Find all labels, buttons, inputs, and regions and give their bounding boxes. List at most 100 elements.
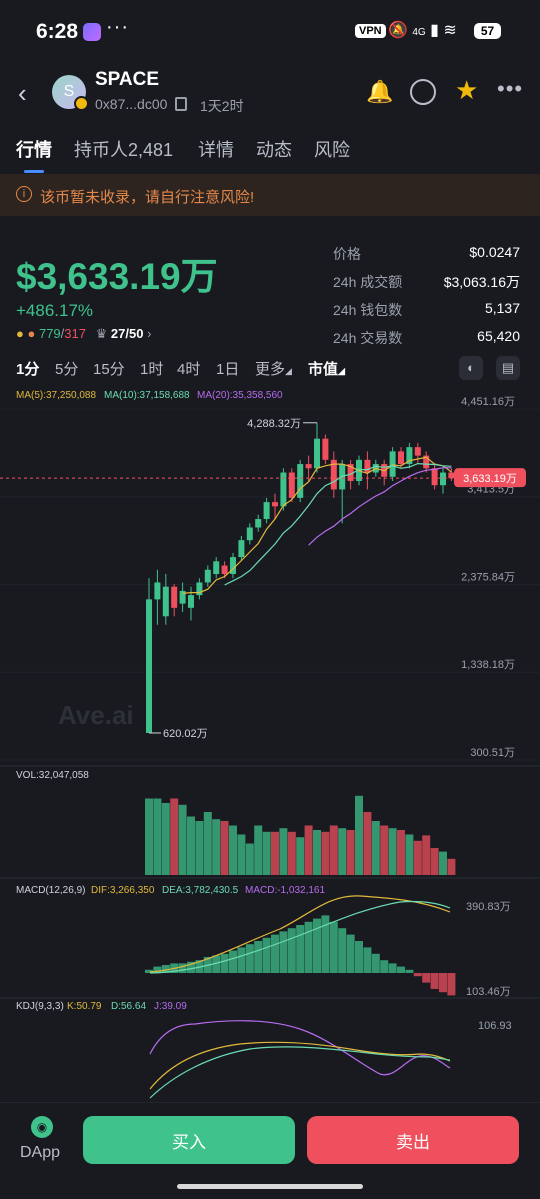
holders-ratio: 27/50 (110, 326, 144, 341)
copy-icon[interactable] (175, 97, 187, 111)
dapp-icon[interactable]: ◉ (31, 1116, 53, 1138)
tab-risk[interactable]: 风险 (314, 136, 350, 162)
macd-bar (296, 925, 305, 973)
tab-holders[interactable]: 持币人2,481 (74, 136, 173, 162)
volume-bar (405, 834, 414, 875)
kdj-tick: 106.93 (478, 1020, 512, 1032)
current-price-label: 3,633.19万 (463, 473, 517, 485)
macd-bar (388, 963, 397, 973)
tab-details[interactable]: 详情 (198, 136, 234, 162)
volume-bar (388, 828, 397, 875)
stat-value: 5,137 (484, 300, 520, 316)
volume-bar (187, 816, 195, 875)
volume-bar (254, 825, 263, 875)
candle-body (263, 502, 270, 520)
stat-label: 24h 交易数 (333, 330, 403, 346)
stat-value: 65,420 (477, 328, 520, 344)
sell-count: 317 (64, 326, 86, 341)
ma5-label: MA(5):37,250,088 (16, 390, 96, 401)
macd-bar (279, 931, 288, 973)
candles (146, 422, 455, 733)
volume-bar (203, 812, 212, 875)
metric-market-cap[interactable]: 市值◢ (308, 358, 345, 379)
volume-bar (355, 795, 363, 875)
candle-body (246, 527, 253, 541)
stat-row-price: 价格 $0.0247 (333, 244, 520, 264)
macd-bar (271, 934, 279, 973)
candle-body (448, 472, 455, 479)
candle-body (389, 451, 396, 477)
ma20-line (308, 467, 452, 546)
star-icon[interactable]: ★ (455, 75, 478, 106)
back-button[interactable]: ‹ (18, 78, 27, 109)
interval-5m[interactable]: 5分 (55, 358, 78, 379)
avatar-letter: S (63, 83, 75, 100)
more-label: 更多 (255, 361, 286, 378)
candle-body (431, 468, 438, 486)
moneybag-icon: ● (27, 326, 36, 341)
token-address: 0x87...dc00 (95, 96, 168, 112)
macd-bar (262, 937, 271, 973)
candle-body (162, 586, 169, 617)
macd-bar (338, 928, 347, 973)
volume-bar (153, 798, 162, 875)
chart-settings-icon[interactable]: ▤ (496, 356, 520, 380)
more-icon[interactable]: ••• (497, 76, 523, 102)
volume-bar (178, 804, 187, 875)
indicator-icon[interactable]: ◐ (459, 356, 483, 380)
sell-button[interactable]: 卖出 (307, 1116, 519, 1164)
macd-macd: MACD:-1,032,161 (245, 885, 325, 896)
candle-body (196, 582, 203, 596)
macd-bottom-tick: 103.46万 (466, 986, 511, 998)
volume-bar (220, 821, 229, 875)
speedometer-icon[interactable] (410, 79, 436, 105)
dapp-button[interactable]: DApp (20, 1144, 60, 1162)
macd-bar (430, 973, 439, 989)
interval-1d[interactable]: 1日 (216, 358, 239, 379)
candle-body (146, 599, 152, 733)
dropdown-icon: ◢ (285, 366, 292, 376)
candle-body (364, 459, 371, 473)
candle-body (314, 438, 320, 469)
macd-bar (237, 947, 246, 973)
y-axis: 4,451.16万3,413.5万2,375.84万1,338.18万300.5… (461, 396, 515, 759)
interval-1m[interactable]: 1分 (16, 358, 39, 379)
interval-more[interactable]: 更多◢ (255, 358, 292, 379)
candle-body (204, 569, 211, 583)
stat-label: 价格 (333, 246, 361, 262)
interval-1h[interactable]: 1时 (140, 358, 163, 379)
volume-bar (279, 828, 288, 875)
bell-icon[interactable]: 🔔 (366, 79, 393, 105)
macd-bar (245, 944, 254, 973)
status-time: 6:28 (36, 20, 79, 43)
ma20-label: MA(20):35,358,560 (197, 390, 283, 401)
interval-4h[interactable]: 4时 (177, 358, 200, 379)
info-icon: i (16, 186, 32, 202)
ma10-label: MA(10):37,158,688 (104, 390, 190, 401)
kdj-legend: KDJ(9,3,3) K:50.79 D:56.64 J:39.09 (16, 1001, 187, 1012)
volume-bar (262, 831, 271, 875)
candle-body (171, 586, 178, 608)
interval-15m[interactable]: 15分 (93, 358, 125, 379)
token-avatar: S (52, 75, 89, 111)
market-cap: $3,633.19万 (16, 256, 218, 297)
volume-bar (287, 831, 296, 875)
candle-body (213, 561, 220, 574)
macd-bar (380, 960, 389, 973)
buy-button[interactable]: 买入 (83, 1116, 295, 1164)
macd-bar (413, 973, 422, 977)
home-indicator[interactable] (177, 1184, 363, 1189)
stat-label: 24h 成交额 (333, 274, 403, 290)
volume-bar (439, 851, 447, 875)
volume-bar (313, 830, 321, 875)
volume-bar (170, 798, 179, 875)
macd-bar (329, 921, 338, 973)
warning-text: 该币暂未收录，请自行注意风险! (40, 189, 255, 206)
volume-bar (338, 828, 347, 875)
macd-bar (439, 973, 447, 993)
macd-bar (254, 941, 263, 973)
price-chart[interactable]: Ave.ai MA(5):37,250,088 MA(10):37,158,68… (0, 384, 540, 1102)
tab-activity[interactable]: 动态 (256, 136, 292, 162)
macd-legend: MACD(12,26,9) DIF:3,266,350 DEA:3,782,43… (16, 885, 325, 896)
tab-market[interactable]: 行情 (16, 136, 52, 162)
